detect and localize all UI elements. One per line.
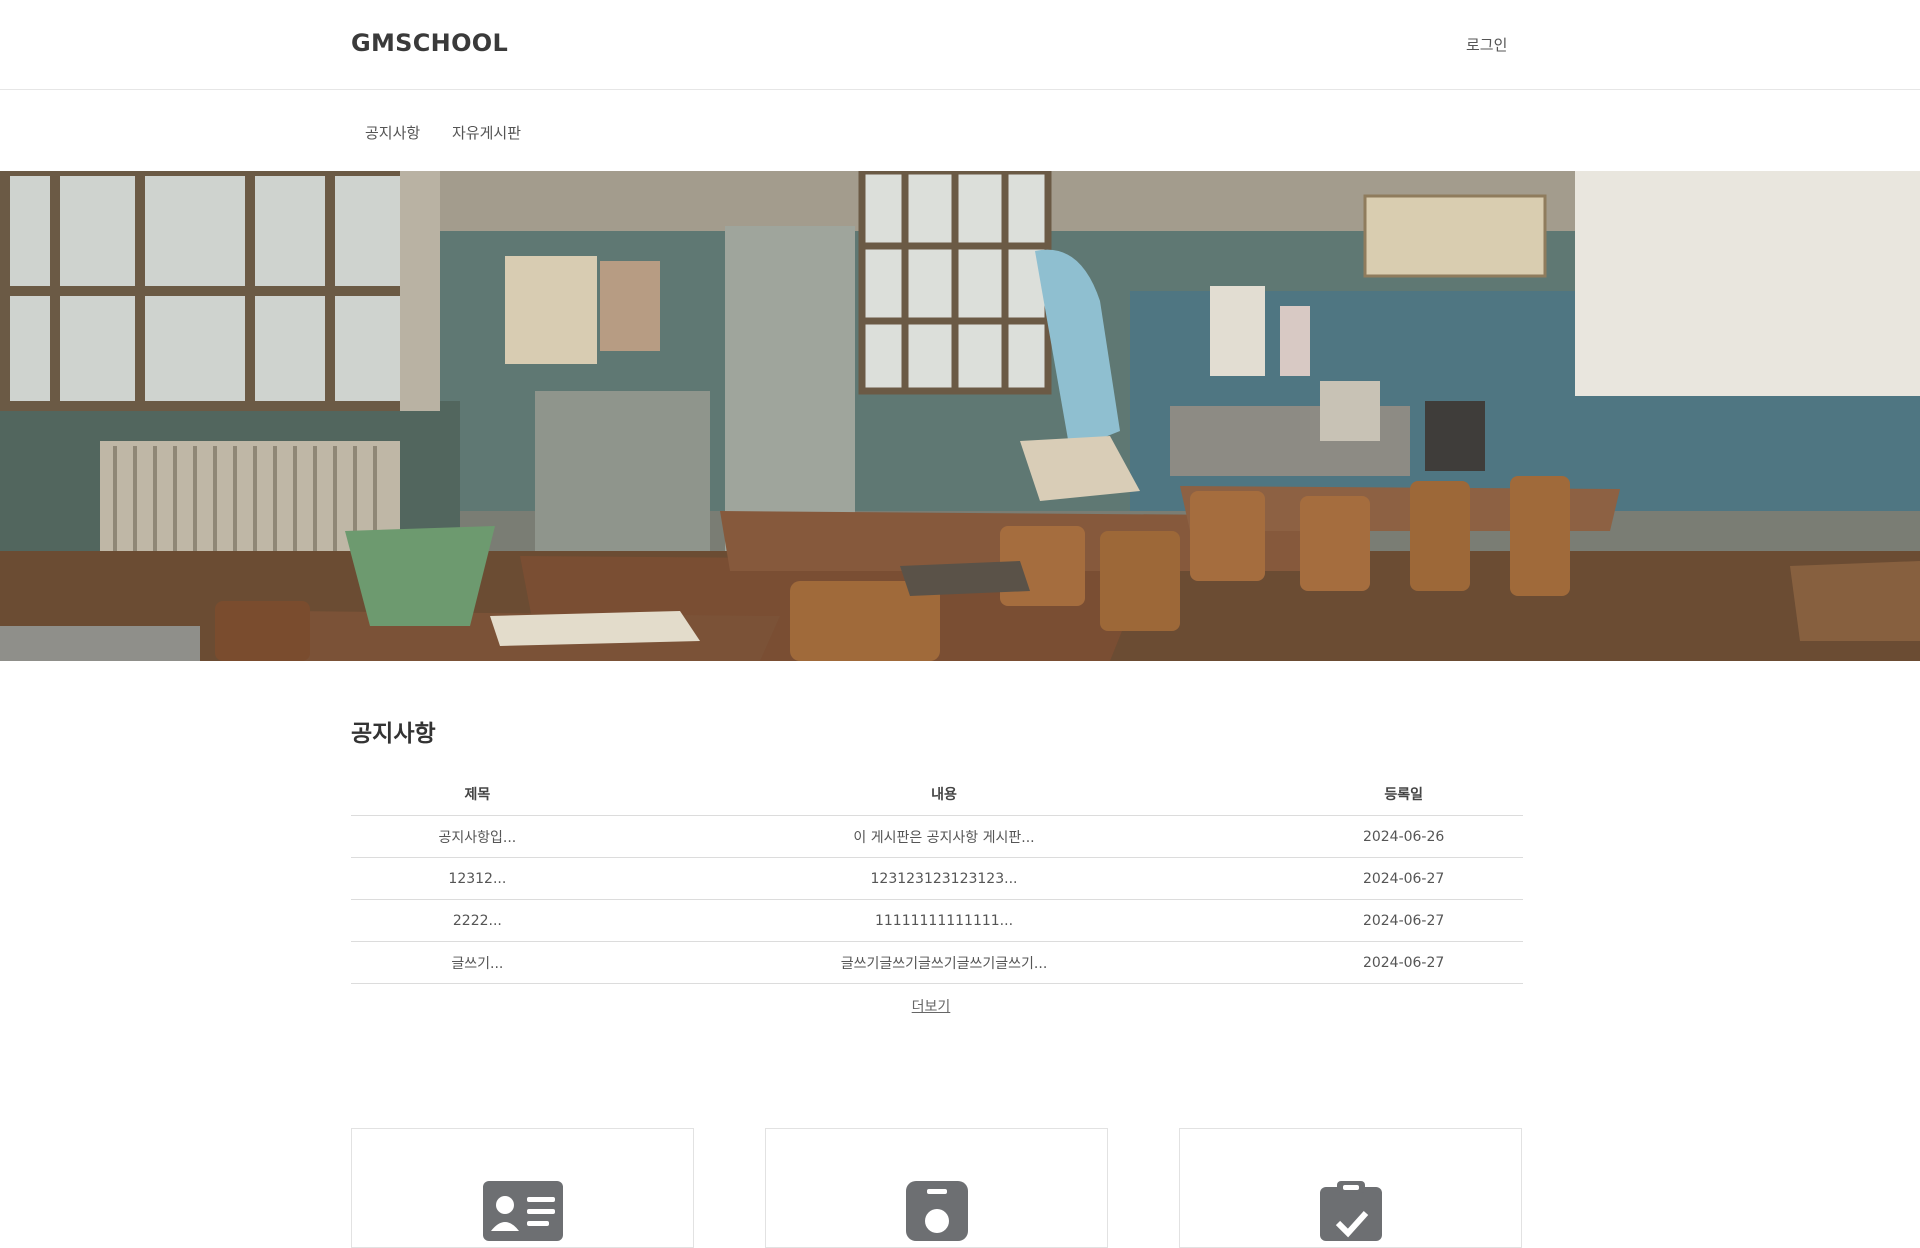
table-row[interactable]: 12312... 123123123123123... 2024-06-27	[351, 857, 1523, 900]
login-link[interactable]: 로그인	[1466, 34, 1507, 55]
main-nav: 공지사항 자유게시판	[0, 90, 1920, 171]
site-logo[interactable]: GMSCHOOL	[351, 29, 508, 57]
nav-item-free-board[interactable]: 자유게시판	[452, 122, 521, 143]
hero-classroom-image	[0, 171, 1920, 661]
more-link[interactable]: 더보기	[912, 999, 951, 1015]
table-row[interactable]: 글쓰기... 글쓰기글쓰기글쓰기글쓰기글쓰기... 2024-06-27	[351, 941, 1523, 984]
notice-table: 제목 내용 등록일 공지사항입... 이 게시판은 공지사항 게시판... 20…	[351, 773, 1523, 984]
row-title[interactable]: 2222...	[351, 899, 604, 942]
notice-section: 공지사항 제목 내용 등록일 공지사항입... 이 게시판은 공지사항 게시판.…	[351, 714, 1523, 1016]
column-header-title: 제목	[351, 773, 604, 816]
column-header-date: 등록일	[1284, 773, 1523, 816]
row-date: 2024-06-27	[1284, 899, 1523, 942]
row-title[interactable]: 글쓰기...	[351, 941, 604, 984]
table-row[interactable]: 2222... 11111111111111... 2024-06-27	[351, 899, 1523, 942]
feature-card-3[interactable]	[1179, 1128, 1522, 1248]
nav-item-notice[interactable]: 공지사항	[365, 122, 420, 143]
notice-section-title: 공지사항	[351, 721, 436, 747]
table-row[interactable]: 공지사항입... 이 게시판은 공지사항 게시판... 2024-06-26	[351, 815, 1523, 858]
feature-card-2[interactable]	[765, 1128, 1108, 1248]
row-title[interactable]: 12312...	[351, 857, 604, 900]
row-content[interactable]: 이 게시판은 공지사항 게시판...	[603, 815, 1285, 858]
row-content[interactable]: 123123123123123...	[603, 857, 1285, 900]
site-header: GMSCHOOL 로그인	[0, 0, 1920, 90]
id-card-icon	[482, 1181, 563, 1245]
feature-card-1[interactable]	[351, 1128, 694, 1248]
row-title[interactable]: 공지사항입...	[351, 815, 604, 858]
more-link-wrapper: 더보기	[351, 996, 1523, 1016]
row-date: 2024-06-26	[1284, 815, 1523, 858]
clipboard-check-icon	[1319, 1181, 1382, 1245]
row-content[interactable]: 11111111111111...	[603, 899, 1285, 942]
feature-cards	[351, 1128, 1523, 1248]
column-header-content: 내용	[603, 773, 1285, 816]
table-header-row: 제목 내용 등록일	[351, 773, 1523, 816]
row-content[interactable]: 글쓰기글쓰기글쓰기글쓰기글쓰기...	[603, 941, 1285, 984]
row-date: 2024-06-27	[1284, 857, 1523, 900]
id-badge-icon	[905, 1181, 968, 1245]
row-date: 2024-06-27	[1284, 941, 1523, 984]
